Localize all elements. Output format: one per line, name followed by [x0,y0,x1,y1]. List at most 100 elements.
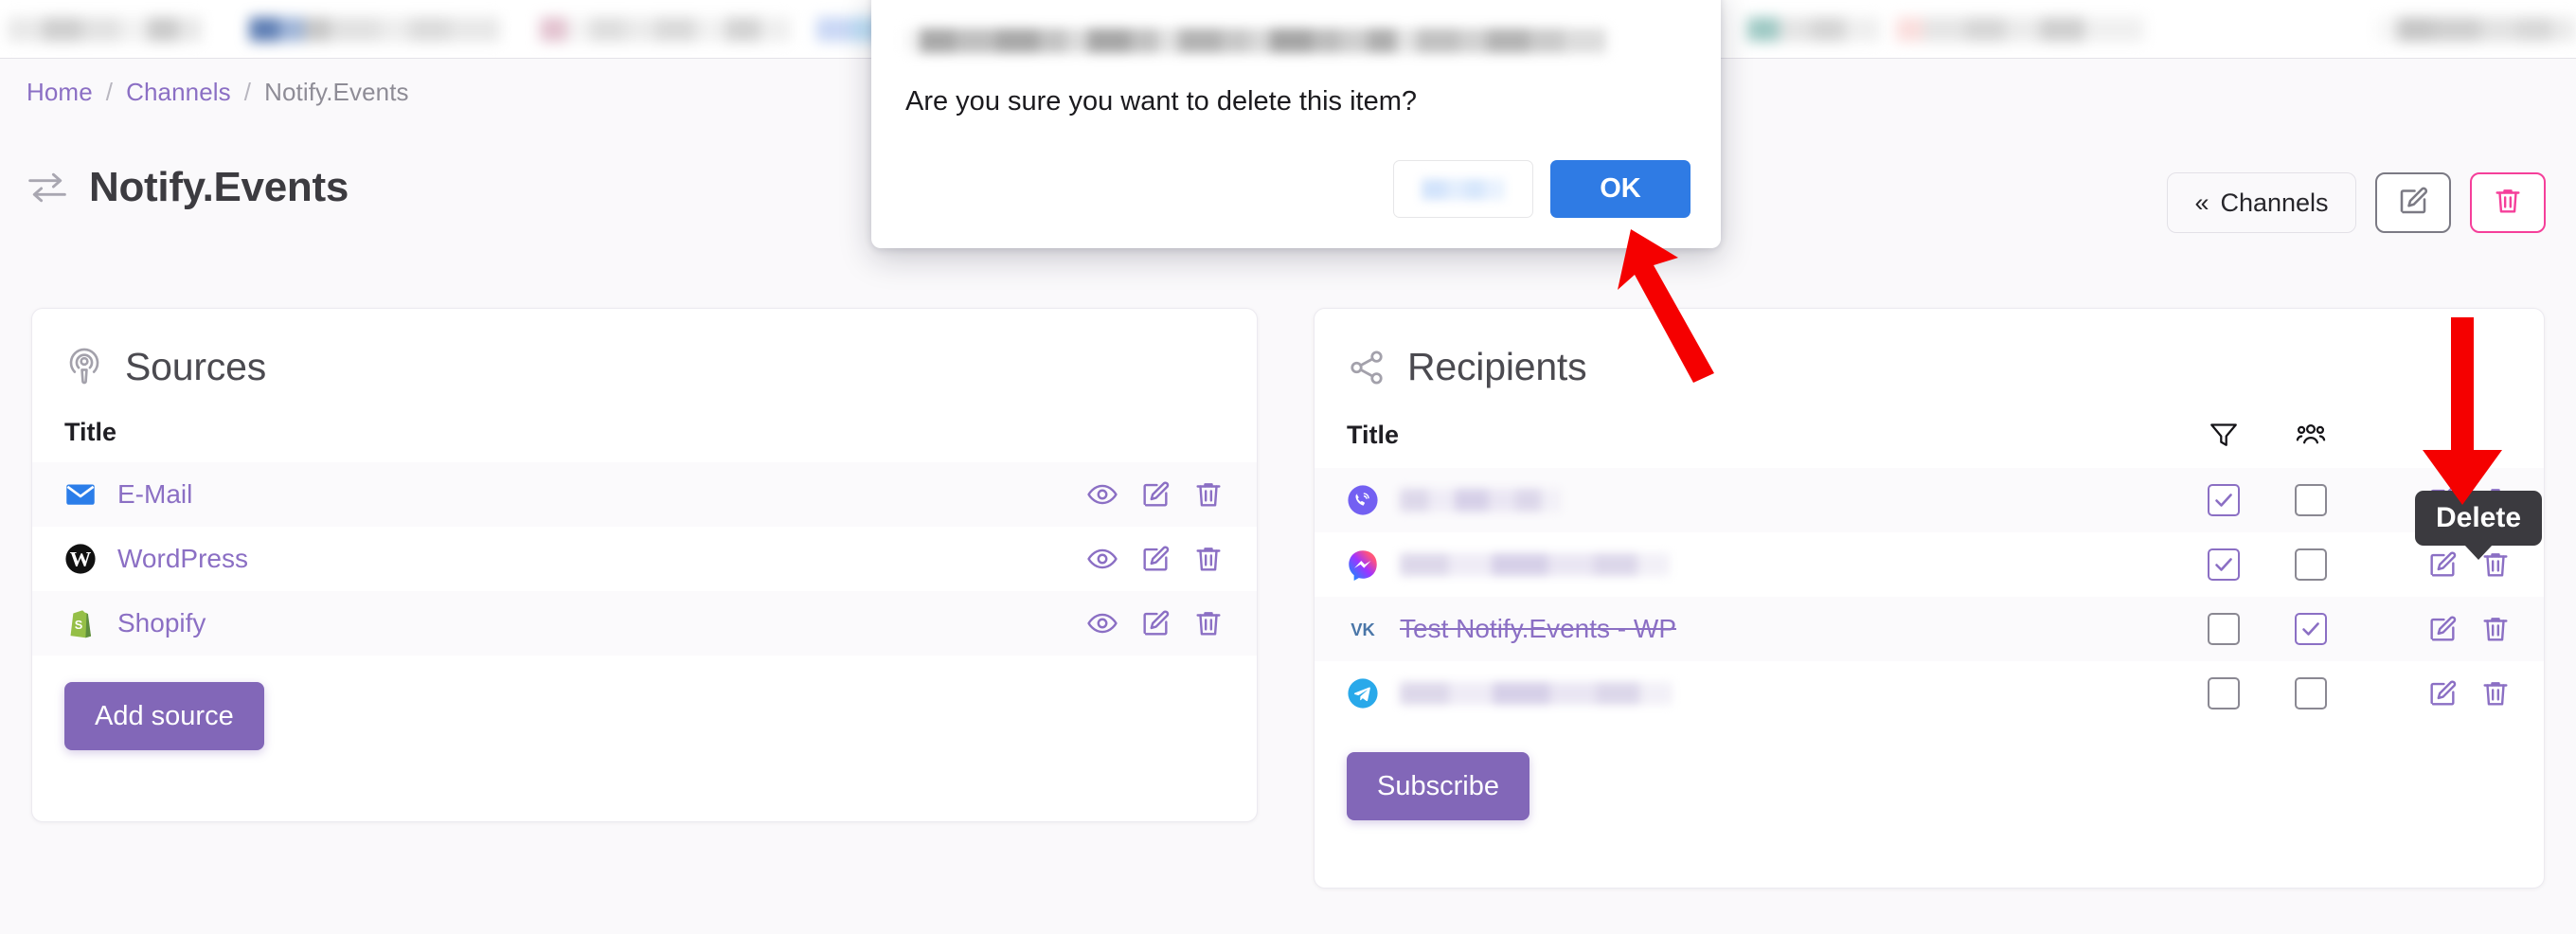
blurred-tab [8,17,202,42]
share-nodes-icon [1347,348,1386,387]
blurred-tab [249,17,500,42]
double-chevron-left-icon: « [2194,188,2209,217]
recipient-title-link[interactable]: Test Notify.Events - WP [1400,614,1676,644]
viber-icon [1347,484,1379,516]
view-icon[interactable] [1086,478,1118,511]
recipient-group-cell [2267,597,2354,661]
recipients-column-actions [2354,418,2544,468]
sources-card: Sources Title E-Mail W WordPress S Shopify A… [31,308,1258,822]
edit-icon[interactable] [2426,548,2459,581]
delete-icon[interactable] [1192,607,1225,639]
recipient-group-checkbox[interactable] [2295,677,2327,710]
delete-tooltip: Delete [2415,491,2543,546]
recipient-group-cell [2267,468,2354,532]
back-to-channels-button[interactable]: « Channels [2167,172,2356,233]
source-actions-cell [1011,462,1257,527]
delete-icon[interactable] [2479,613,2512,645]
recipient-title-cell [1315,468,2180,532]
recipient-title-link[interactable] [1400,489,1561,512]
delete-icon[interactable] [1192,478,1225,511]
recipients-card-header: Recipients [1315,309,2544,389]
back-to-channels-label: Channels [2220,188,2329,217]
edit-icon[interactable] [2426,613,2459,645]
page-title: Notify.Events [89,164,349,210]
recipients-column-filter [2180,418,2267,468]
table-row [1315,532,2544,597]
table-row: VK Test Notify.Events - WP [1315,597,2544,661]
recipient-title-cell: VK Test Notify.Events - WP [1315,597,2180,661]
funnel-filter-icon[interactable] [2207,423,2241,458]
page-header: Notify.Events [27,164,349,211]
breadcrumb-separator: / [105,78,114,106]
edit-icon[interactable] [1139,478,1172,511]
confirm-delete-dialog: Are you sure you want to delete this ite… [871,0,1721,248]
subscribe-button[interactable]: Subscribe [1347,752,1530,820]
source-title-link[interactable]: E-Mail [117,479,192,510]
recipients-column-title: Title [1347,421,1400,449]
edit-icon[interactable] [1139,543,1172,575]
edit-icon[interactable] [2426,677,2459,709]
blurred-tab [540,17,791,42]
source-title-link[interactable]: Shopify [117,608,206,638]
recipient-filter-cell [2180,468,2267,532]
table-row [1315,468,2544,532]
recipient-filter-cell [2180,532,2267,597]
dialog-cancel-label-redacted [1422,178,1505,200]
source-actions-cell [1011,591,1257,656]
blurred-tab [2377,17,2576,42]
recipient-title-link[interactable] [1400,682,1673,705]
trash-icon [2492,185,2524,222]
users-group-icon[interactable] [2294,423,2328,458]
table-row: E-Mail [32,462,1257,527]
table-row: W WordPress [32,527,1257,591]
recipient-actions-cell [2354,597,2544,661]
recipient-filter-checkbox[interactable] [2208,677,2240,710]
recipient-group-checkbox[interactable] [2295,484,2327,517]
recipient-group-cell [2267,532,2354,597]
recipient-filter-checkbox[interactable] [2208,484,2240,517]
page-actions: « Channels [2167,172,2546,233]
recipient-group-checkbox[interactable] [2295,548,2327,582]
sources-column-title: Title [64,418,117,446]
dialog-button-row: OK [1393,160,1690,218]
sources-card-title: Sources [125,345,267,388]
recipient-title-link[interactable] [1400,553,1670,576]
messenger-icon [1347,548,1379,581]
email-icon [64,478,97,511]
blurred-tab [1747,17,1880,42]
edit-icon[interactable] [1139,607,1172,639]
recipients-card-title: Recipients [1407,345,1587,388]
recipient-group-checkbox[interactable] [2295,613,2327,646]
breadcrumb: Home / Channels / Notify.Events [27,78,409,106]
source-title-cell: W WordPress [32,527,1011,591]
breadcrumb-channels[interactable]: Channels [126,78,231,106]
recipient-filter-checkbox[interactable] [2208,613,2240,646]
delete-icon[interactable] [2479,677,2512,709]
delete-icon[interactable] [1192,543,1225,575]
breadcrumb-current: Notify.Events [264,78,409,106]
recipients-column-group [2267,418,2354,468]
source-title-cell: E-Mail [32,462,1011,527]
add-source-button[interactable]: Add source [64,682,264,750]
view-icon[interactable] [1086,543,1118,575]
recipient-filter-checkbox[interactable] [2208,548,2240,582]
pencil-square-icon [2396,184,2430,223]
podcast-broadcast-icon [64,348,104,387]
dialog-ok-button[interactable]: OK [1550,160,1690,218]
source-title-cell: S Shopify [32,591,1011,656]
wordpress-icon: W [64,543,97,575]
source-actions-cell [1011,527,1257,591]
svg-text:VK: VK [1351,620,1375,639]
table-row: S Shopify [32,591,1257,656]
view-icon[interactable] [1086,607,1118,639]
telegram-icon [1347,677,1379,709]
recipients-card: Recipients Title VK Test Notify.Events -… [1314,308,2545,889]
dialog-cancel-button[interactable] [1393,160,1533,218]
recipient-title-cell [1315,532,2180,597]
source-title-link[interactable]: WordPress [117,544,248,574]
app-root: Home / Channels / Notify.Events Notify.E… [0,0,2576,934]
delete-channel-button[interactable] [2470,172,2546,233]
breadcrumb-home[interactable]: Home [27,78,93,106]
recipient-title-cell [1315,661,2180,726]
edit-channel-button[interactable] [2375,172,2451,233]
